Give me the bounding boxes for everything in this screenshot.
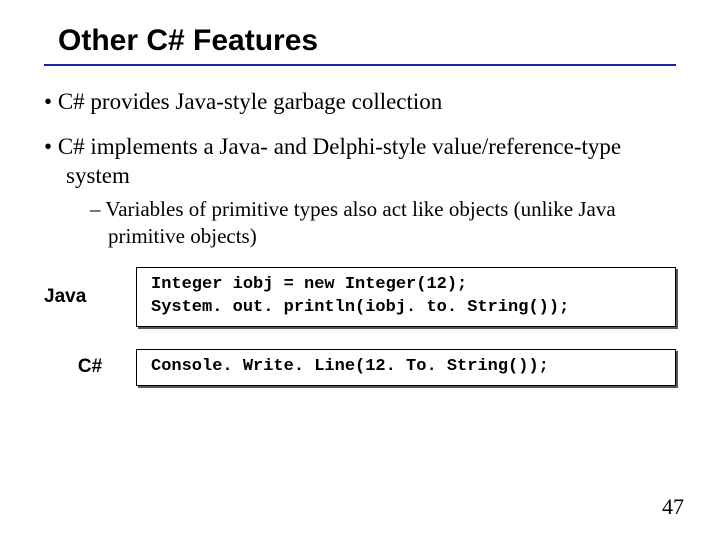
bullet-item: C# provides Java-style garbage collectio… [44, 88, 676, 117]
page-number: 47 [662, 494, 684, 520]
csharp-code-row: C# Console. Write. Line(12. To. String()… [44, 349, 676, 386]
slide-title: Other C# Features [58, 24, 676, 58]
sub-bullet-item: Variables of primitive types also act li… [90, 196, 676, 249]
bullet-list: C# provides Java-style garbage collectio… [44, 88, 676, 249]
java-code-row: Java Integer iobj = new Integer(12); Sys… [44, 267, 676, 327]
java-label: Java [44, 286, 136, 308]
java-code-box: Integer iobj = new Integer(12); System. … [136, 267, 676, 327]
csharp-code-box: Console. Write. Line(12. To. String()); [136, 349, 676, 386]
bullet-item: C# implements a Java- and Delphi-style v… [44, 133, 676, 249]
sub-bullet-list: Variables of primitive types also act li… [66, 196, 676, 249]
csharp-label: C# [44, 356, 136, 378]
title-underline [44, 64, 676, 66]
bullet-text: C# implements a Java- and Delphi-style v… [58, 134, 621, 188]
